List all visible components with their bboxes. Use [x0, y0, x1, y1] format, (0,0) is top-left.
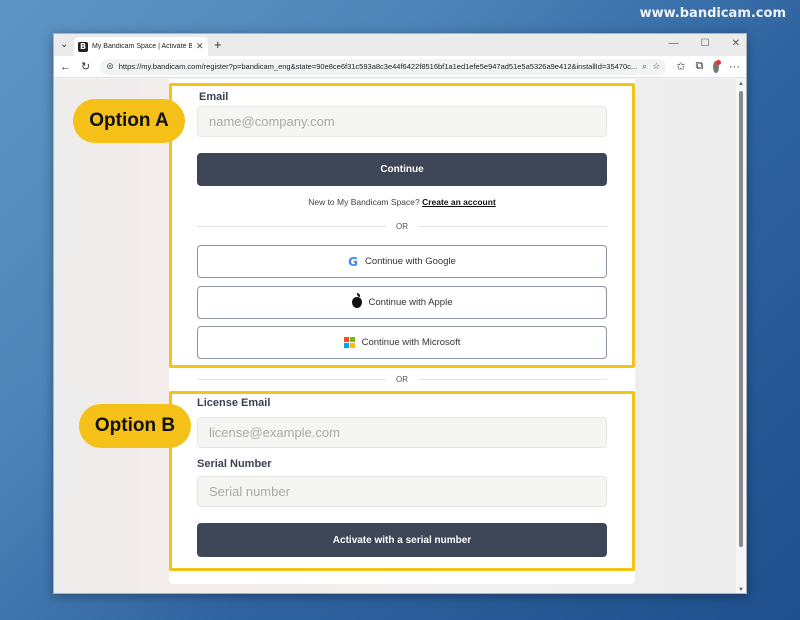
email-label: Email — [199, 91, 229, 103]
create-account-link[interactable]: Create an account — [422, 197, 496, 207]
or-text: OR — [396, 375, 408, 384]
extensions-icon[interactable]: ⧉ — [696, 60, 704, 73]
email-field[interactable]: name@company.com — [197, 106, 607, 137]
google-label: Continue with Google — [365, 256, 456, 267]
license-email-field[interactable]: license@example.com — [197, 417, 607, 448]
close-tab-icon[interactable]: ✕ — [196, 41, 204, 52]
window-controls: — ☐ ✕ — [669, 38, 740, 49]
microsoft-icon — [343, 337, 355, 348]
favorites-icon[interactable]: ✩ — [676, 60, 685, 73]
apple-icon — [351, 293, 362, 308]
divider-line — [418, 226, 607, 227]
continue-with-google-button[interactable]: G Continue with Google — [197, 245, 607, 278]
divider-line — [418, 379, 607, 380]
option-b-badge: Option B — [79, 404, 191, 448]
address-bar[interactable]: ⊜ https://my.bandicam.com/register?p=ban… — [100, 58, 667, 75]
new-tab-plus-icon[interactable]: + — [214, 37, 222, 52]
divider-line — [197, 379, 386, 380]
close-window-icon[interactable]: ✕ — [732, 38, 740, 49]
vertical-scrollbar[interactable]: ▲ ▼ — [736, 79, 746, 593]
new-user-text: New to My Bandicam Space? — [308, 197, 420, 207]
tab-title: My Bandicam Space | Activate Bandicam — [92, 43, 192, 50]
browser-tab[interactable]: B My Bandicam Space | Activate Bandicam … — [74, 37, 208, 56]
back-arrow-icon[interactable]: ← — [60, 61, 71, 73]
license-email-label: License Email — [197, 397, 271, 409]
serial-number-label: Serial Number — [197, 458, 272, 470]
tab-list-chevron-icon[interactable]: ⌄ — [60, 39, 68, 50]
or-text: OR — [396, 222, 408, 231]
ms-square — [349, 343, 355, 348]
or-divider-a: OR — [197, 222, 607, 231]
continue-with-microsoft-button[interactable]: Continue with Microsoft — [197, 326, 607, 359]
ms-square — [343, 343, 349, 348]
zoom-icon[interactable]: ⌕ — [642, 61, 647, 72]
apple-label: Continue with Apple — [368, 297, 453, 308]
continue-with-apple-button[interactable]: Continue with Apple — [197, 286, 607, 319]
bandicam-favicon-icon: B — [78, 41, 88, 52]
signup-prompt: New to My Bandicam Space? Create an acco… — [169, 197, 635, 207]
reload-icon[interactable]: ↻ — [81, 60, 90, 73]
url-text[interactable]: https://my.bandicam.com/register?p=bandi… — [119, 62, 637, 71]
scroll-up-icon[interactable]: ▲ — [738, 81, 744, 87]
favorite-star-icon[interactable]: ☆ — [652, 61, 660, 72]
activate-serial-button[interactable]: Activate with a serial number — [197, 523, 607, 557]
divider-line — [197, 226, 386, 227]
minimize-icon[interactable]: — — [669, 38, 679, 49]
microsoft-label: Continue with Microsoft — [361, 337, 461, 348]
navigation-bar: ← ↻ ⊜ https://my.bandicam.com/register?p… — [54, 56, 746, 78]
scroll-thumb[interactable] — [739, 91, 743, 547]
site-info-icon[interactable]: ⊜ — [106, 61, 114, 72]
maximize-icon[interactable]: ☐ — [701, 38, 710, 49]
bandicam-watermark: www.bandicam.com — [639, 6, 786, 21]
page-content: Email name@company.com Continue New to M… — [54, 79, 738, 593]
tab-bar: ⌄ B My Bandicam Space | Activate Bandica… — [54, 34, 746, 56]
ms-square — [349, 337, 355, 342]
login-card: Email name@company.com Continue New to M… — [169, 79, 635, 584]
option-a-badge: Option A — [73, 99, 185, 143]
continue-button[interactable]: Continue — [197, 153, 607, 186]
more-menu-icon[interactable]: ··· — [729, 61, 740, 73]
or-divider-middle: OR — [197, 375, 607, 384]
google-icon: G — [348, 254, 358, 269]
ms-square — [343, 337, 349, 342]
serial-number-field[interactable]: Serial number — [197, 476, 607, 507]
scroll-down-icon[interactable]: ▼ — [738, 587, 744, 593]
profile-avatar[interactable] — [713, 59, 721, 73]
